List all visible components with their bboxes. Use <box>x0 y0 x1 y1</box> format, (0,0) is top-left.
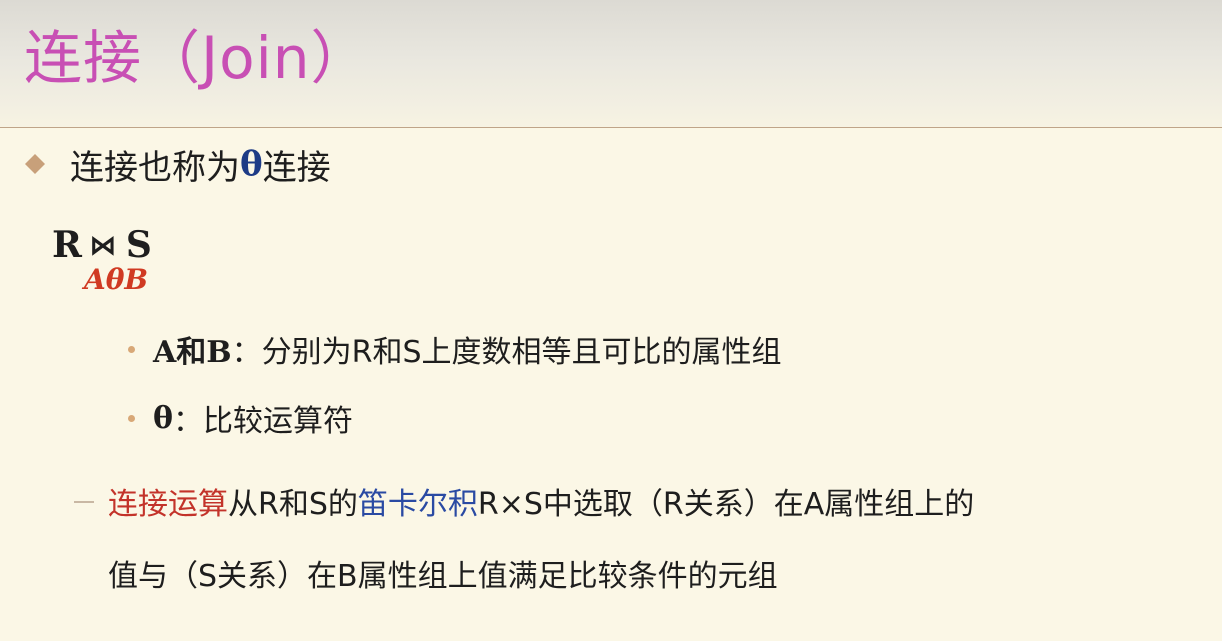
bullet-prefix: 连接也称为 <box>70 147 240 188</box>
join-condition: AθB <box>84 263 149 296</box>
sub-item-text: ：分别为R和S上度数相等且可比的属性组 <box>231 335 782 370</box>
dot-bullet-icon <box>128 414 135 422</box>
definition-line-1: 连接运算 从R和S的 笛卡尔积 R×S中选取（R关系）在A属性组上的 <box>108 478 974 524</box>
definition-text: R×S中选取（R关系）在A属性组上的 <box>477 487 975 522</box>
highlight-join-operation: 连接运算 <box>108 487 228 522</box>
sub-item-theta: θ ：比较运算符 <box>128 396 353 440</box>
sub-item-term: θ <box>153 400 174 436</box>
join-formula: R ⋈ S <box>52 222 152 269</box>
header-divider <box>0 127 1222 128</box>
formula-right-relation: S <box>125 224 152 266</box>
bullet-suffix: 连接 <box>262 147 331 188</box>
main-bullet: 连接也称为 θ 连接 <box>24 140 331 188</box>
dash-bullet-icon <box>74 501 94 503</box>
dot-bullet-icon <box>128 345 135 353</box>
bullet-theta: θ <box>240 144 263 184</box>
diamond-bullet-icon <box>25 154 45 174</box>
definition-line-2: 值与（S关系）在B属性组上值满足比较条件的元组 <box>108 559 778 594</box>
highlight-cartesian-product: 笛卡尔积 <box>357 487 478 522</box>
formula-left-relation: R <box>52 224 82 266</box>
definition-text: 从R和S的 <box>228 487 358 522</box>
slide-title: 连接（Join） <box>24 24 370 92</box>
sub-item-text: ：比较运算符 <box>173 404 354 439</box>
sub-item-term: A和B <box>153 335 232 370</box>
sub-item-attributes: A和B ：分别为R和S上度数相等且可比的属性组 <box>128 327 782 371</box>
